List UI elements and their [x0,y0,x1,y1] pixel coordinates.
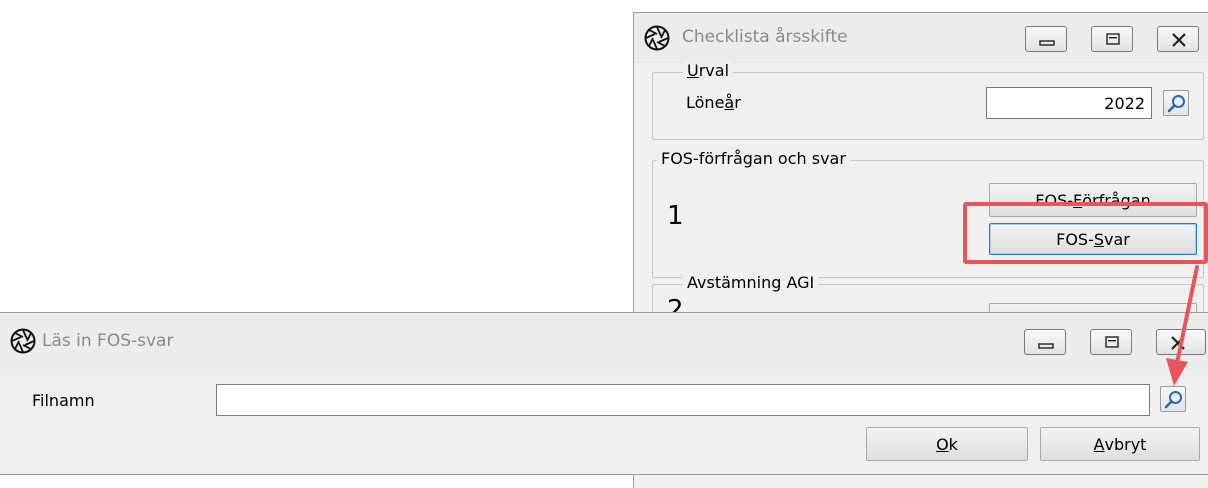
urval-group: Urval Löneår 2022 [652,61,1204,140]
dialog-titlebar[interactable]: Läs in FOS-svar [0,313,1208,371]
search-icon [1164,391,1182,409]
dialog-minimize-button[interactable] [1024,329,1066,355]
maximize-icon [1106,33,1120,45]
lonear-input[interactable]: 2022 [986,87,1152,119]
cancel-button[interactable]: Avbryt [1040,427,1200,461]
dialog-close-button[interactable] [1156,329,1206,355]
minimize-icon [1038,343,1054,349]
urval-group-label: Urval [683,61,734,80]
lonear-value: 2022 [1104,93,1145,113]
dialog-title: Läs in FOS-svar [42,331,174,351]
app-aperture-icon [644,25,670,51]
lonear-lookup-button[interactable] [1163,90,1189,116]
lonear-label: Löneår [686,93,741,112]
read-fos-reply-dialog: Läs in FOS-svar Filnamn Ok Avbryt [0,312,1208,475]
minimize-button[interactable] [1025,26,1067,52]
fos-step-number: 1 [667,201,684,231]
window-title: Checklista årsskifte [682,27,848,47]
close-button[interactable] [1157,26,1199,52]
close-icon [1171,336,1185,350]
filename-browse-button[interactable] [1160,386,1186,412]
close-icon [1172,33,1186,47]
fos-group-label: FOS-förfrågan och svar [657,149,850,168]
agi-group-label: Avstämning AGI [683,273,819,292]
maximize-button[interactable] [1091,26,1133,52]
filename-input[interactable] [216,384,1150,416]
filename-label: Filnamn [32,391,95,410]
app-aperture-icon [10,328,36,354]
ok-button[interactable]: Ok [866,427,1028,461]
highlight-box [963,202,1208,264]
search-icon [1167,95,1185,113]
dialog-maximize-button[interactable] [1090,329,1132,355]
minimize-icon [1039,40,1055,46]
maximize-icon [1105,336,1119,348]
checklist-titlebar[interactable]: Checklista årsskifte [634,13,1208,63]
